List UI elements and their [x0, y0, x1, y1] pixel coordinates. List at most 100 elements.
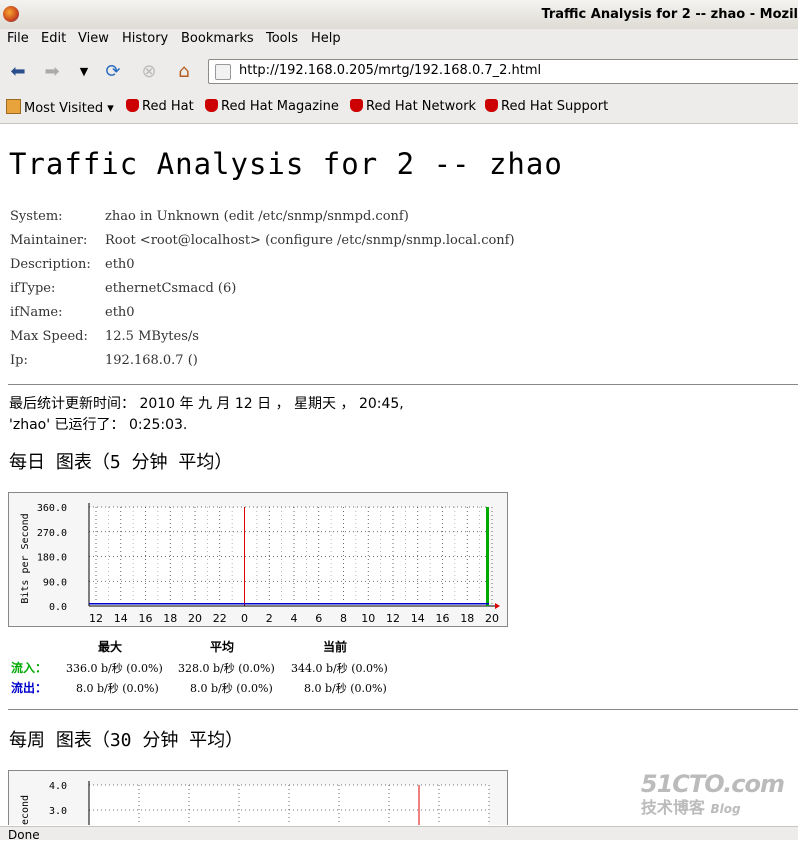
bookmark-label: Most Visited [24, 101, 104, 116]
info-value: eth0 [105, 305, 135, 320]
x-tick-label: 18 [163, 612, 177, 625]
menu-bar: File Edit View History Bookmarks Tools H… [0, 29, 798, 51]
stats-table: 最大 平均 当前 流入： 336.0 b/秒 (0.0%) 328.0 b/秒 … [10, 638, 410, 698]
x-tick-label: 2 [266, 612, 273, 625]
series-in-bar [486, 507, 489, 606]
bookmark-label: Red Hat [142, 99, 194, 114]
info-value: eth0 [105, 257, 135, 272]
reload-icon[interactable]: ⟳ [101, 59, 125, 83]
bookmark-red-hat-magazine[interactable]: Red Hat Magazine [205, 99, 339, 114]
menu-edit[interactable]: Edit [41, 31, 66, 46]
x-tick-label: 10 [361, 612, 375, 625]
y-axis-label: Bits per Second [20, 513, 31, 603]
stat-out-max: 8.0 b/秒 (0.0%) [76, 682, 159, 695]
y-tick-label: 4.0 [49, 781, 67, 792]
info-key: Ip: [10, 353, 28, 368]
y-axis-label: Second [20, 795, 31, 825]
home-icon[interactable]: ⌂ [172, 59, 196, 83]
folder-icon [6, 99, 21, 114]
stat-in-avg: 328.0 b/秒 (0.0%) [178, 662, 275, 675]
info-key: ifName: [10, 305, 63, 320]
navigation-toolbar: ⬅ ➡ ▼ ⟳ ⊗ ⌂ http://192.168.0.205/mrtg/19… [0, 51, 798, 91]
y-tick-label: 270.0 [37, 528, 67, 539]
firefox-icon [3, 6, 19, 22]
info-key: Max Speed: [10, 329, 88, 344]
stat-header-avg: 平均 [210, 640, 235, 654]
menu-tools[interactable]: Tools [266, 31, 298, 46]
y-tick-label: 0.0 [49, 602, 67, 613]
watermark-blog: Blog [710, 802, 741, 816]
stat-header-current: 当前 [323, 640, 348, 654]
back-icon[interactable]: ⬅ [6, 59, 30, 83]
bookmark-red-hat-support[interactable]: Red Hat Support [485, 99, 608, 114]
weekly-graph: 4.0 3.0 Second [8, 770, 508, 825]
url-text[interactable]: http://192.168.0.205/mrtg/192.168.0.7_2.… [239, 63, 541, 78]
page-content: Traffic Analysis for 2 -- zhao System: zh… [0, 124, 798, 825]
info-value: 12.5 MBytes/s [105, 329, 199, 344]
x-tick-label: 4 [291, 612, 298, 625]
forward-icon[interactable]: ➡ [40, 59, 64, 83]
page-title: Traffic Analysis for 2 -- zhao [9, 147, 563, 181]
menu-bookmarks[interactable]: Bookmarks [181, 31, 254, 46]
url-bar[interactable]: http://192.168.0.205/mrtg/192.168.0.7_2.… [208, 59, 798, 84]
menu-view[interactable]: View [78, 31, 109, 46]
watermark-text: 技术博客 [640, 798, 705, 817]
redhat-icon [485, 99, 498, 112]
info-value: ethernetCsmacd (6) [105, 281, 237, 296]
divider [8, 709, 798, 710]
info-key: Description: [10, 257, 91, 272]
weekly-chart-svg: 4.0 3.0 Second [20, 781, 490, 825]
x-tick-label: 16 [139, 612, 153, 625]
bookmark-red-hat[interactable]: Red Hat [126, 99, 194, 114]
x-axis-arrow [495, 603, 500, 609]
y-tick-label: 180.0 [37, 553, 67, 564]
daily-graph-heading: 每日 图表（5 分钟 平均） [9, 452, 233, 473]
menu-help[interactable]: Help [311, 31, 341, 46]
last-updated: 最后统计更新时间： 2010 年 九 月 12 日 ， 星期天 ， 20:45, [9, 396, 404, 412]
status-text: Done [8, 828, 40, 842]
uptime: 'zhao' 已运行了： 0:25:03. [9, 417, 188, 433]
menu-file[interactable]: File [7, 31, 29, 46]
x-tick-label: 20 [485, 612, 499, 625]
x-tick-label: 6 [315, 612, 322, 625]
bookmark-label: Red Hat Magazine [221, 99, 339, 114]
x-tick-label: 8 [340, 612, 347, 625]
bookmark-most-visited[interactable]: Most Visited ▾ [6, 99, 114, 116]
stat-out-avg: 8.0 b/秒 (0.0%) [190, 682, 273, 695]
stat-header-max: 最大 [98, 640, 123, 654]
status-bar: Done [0, 826, 798, 842]
x-tick-label: 14 [114, 612, 128, 625]
y-tick-label: 3.0 [49, 806, 67, 817]
info-value: zhao in Unknown (edit /etc/snmp/snmpd.co… [105, 209, 409, 224]
info-key: ifType: [10, 281, 56, 296]
bookmark-red-hat-network[interactable]: Red Hat Network [350, 99, 476, 114]
window-title: Traffic Analysis for 2 -- zhao - Mozil [541, 7, 798, 22]
menu-history[interactable]: History [122, 31, 168, 46]
redhat-icon [350, 99, 363, 112]
stat-out-current: 8.0 b/秒 (0.0%) [304, 682, 387, 695]
y-tick-label: 90.0 [43, 577, 67, 588]
weekly-graph-heading: 每周 图表（30 分钟 平均） [9, 730, 244, 751]
daily-graph: 12 14 16 18 20 22 0 2 4 6 8 10 12 14 16 18 20 360.0 270.0 1… [8, 492, 508, 627]
divider [8, 384, 798, 385]
y-tick-label: 360.0 [37, 503, 67, 514]
x-tick-label: 12 [386, 612, 400, 625]
stat-in-current: 344.0 b/秒 (0.0%) [291, 662, 388, 675]
daily-chart-svg: 12 14 16 18 20 22 0 2 4 6 8 10 12 14 16 18 20 360.0 270.0 1… [20, 503, 500, 625]
x-tick-label: 22 [213, 612, 227, 625]
site-icon [215, 64, 231, 80]
x-tick-label: 20 [188, 612, 202, 625]
watermark: 51CTO.com 技术博客 Blog [640, 770, 785, 818]
x-tick-label: 12 [89, 612, 103, 625]
info-key: Maintainer: [10, 233, 88, 248]
x-tick-label: 18 [460, 612, 474, 625]
stat-in-max: 336.0 b/秒 (0.0%) [66, 662, 163, 675]
bookmark-label: Red Hat Support [501, 99, 609, 114]
stop-icon[interactable]: ⊗ [137, 59, 161, 83]
history-dropdown-icon[interactable]: ▼ [72, 59, 96, 83]
info-value: Root <root@localhost> (configure /etc/sn… [105, 233, 515, 248]
title-bar: Traffic Analysis for 2 -- zhao - Mozil [0, 0, 798, 30]
redhat-icon [205, 99, 218, 112]
stat-out-label: 流出： [11, 681, 48, 695]
info-key: System: [10, 209, 63, 224]
